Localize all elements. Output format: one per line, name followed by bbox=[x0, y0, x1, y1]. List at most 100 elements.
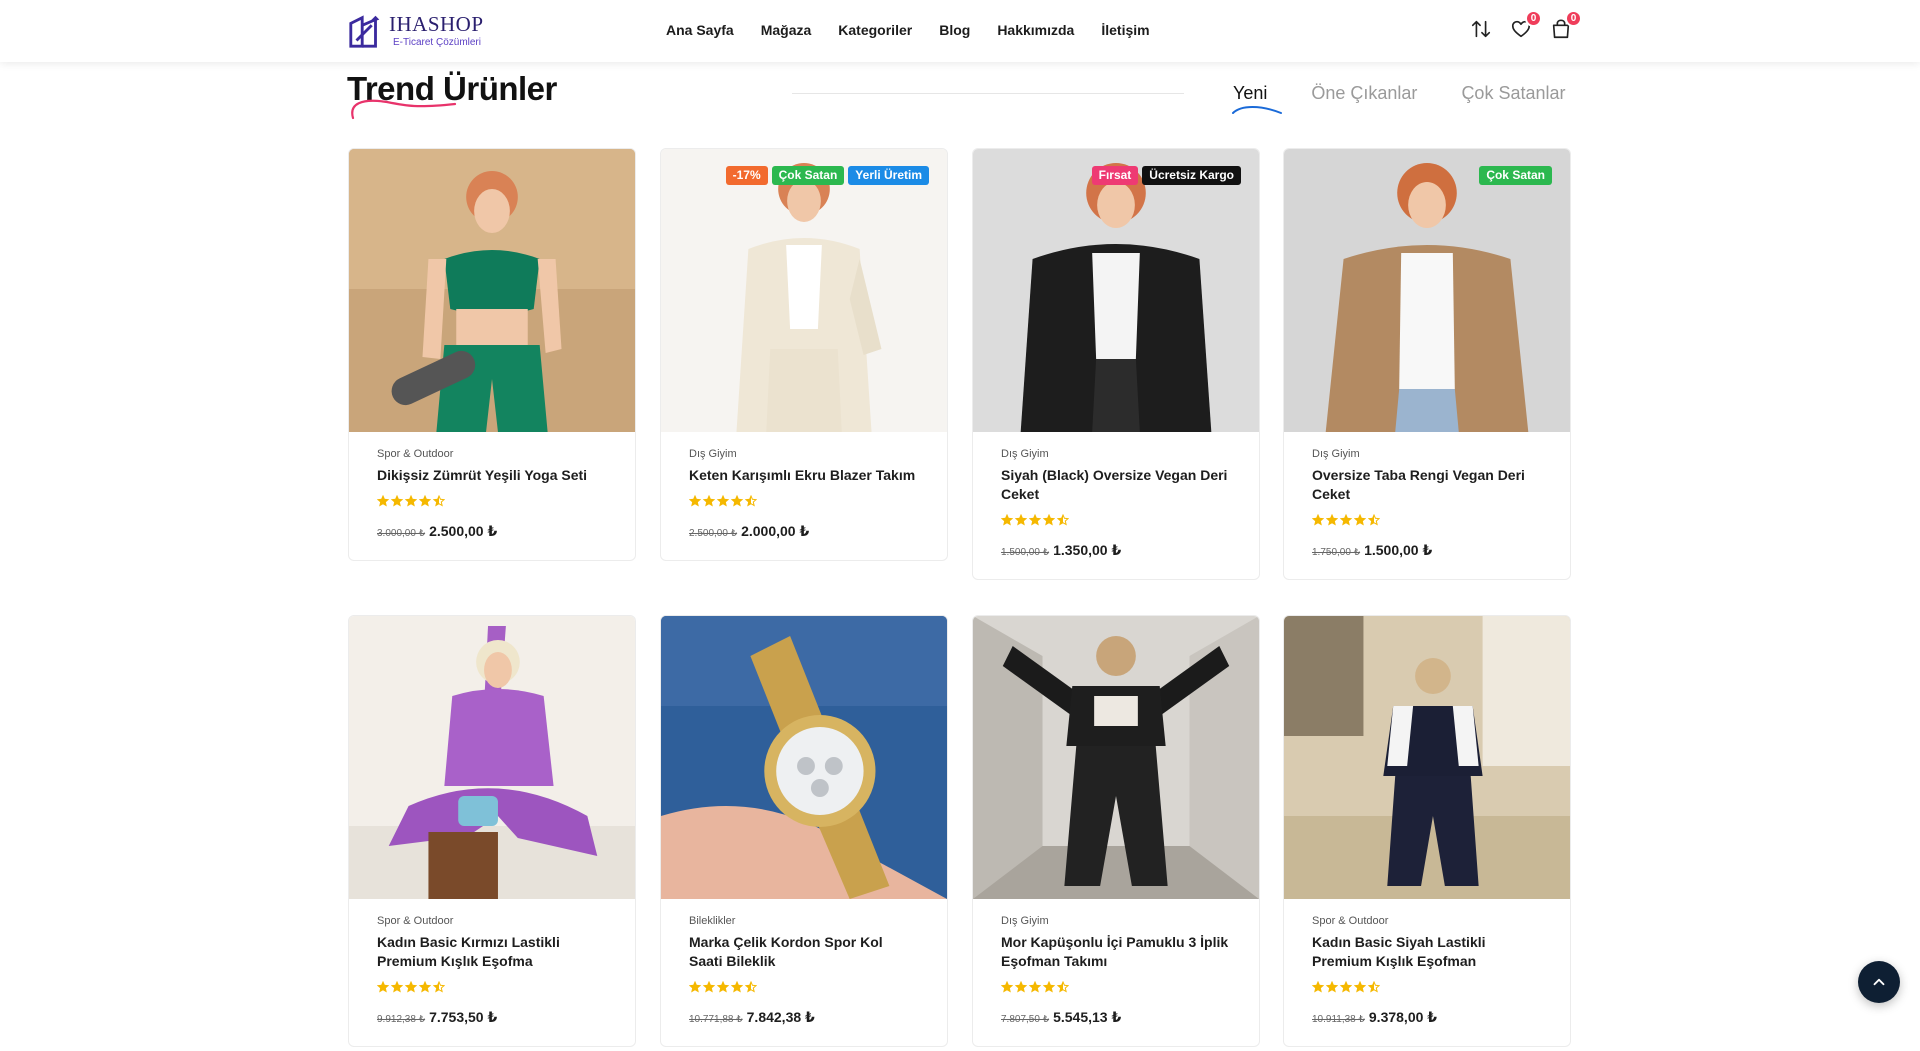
nav-ana-sayfa[interactable]: Ana Sayfa bbox=[666, 22, 734, 38]
product-category[interactable]: Spor & Outdoor bbox=[1312, 915, 1542, 927]
product-image[interactable] bbox=[661, 616, 947, 899]
product-image[interactable]: -17% Çok Satan Yerli Üretim bbox=[661, 149, 947, 432]
product-card[interactable]: -17% Çok Satan Yerli Üretim Dış Giyim Ke… bbox=[660, 148, 948, 561]
product-category[interactable]: Spor & Outdoor bbox=[377, 915, 607, 927]
product-category[interactable]: Spor & Outdoor bbox=[377, 448, 607, 460]
star-icon bbox=[689, 980, 701, 993]
star-icon bbox=[1312, 980, 1324, 993]
nav-hakkimizda[interactable]: Hakkımızda bbox=[997, 22, 1074, 38]
product-category[interactable]: Dış Giyim bbox=[1312, 448, 1542, 460]
product-badges: -17% Çok Satan Yerli Üretim bbox=[725, 166, 929, 186]
tab-cok-satanlar-label: Çok Satanlar bbox=[1461, 83, 1566, 103]
product-category[interactable]: Dış Giyim bbox=[1001, 448, 1231, 460]
badge-bestseller: Çok Satan bbox=[771, 166, 845, 186]
product-card[interactable]: Spor & Outdoor Kadın Basic Siyah Lastikl… bbox=[1283, 615, 1571, 1047]
logo-tagline: E-Ticaret Çözümleri bbox=[393, 37, 481, 48]
current-price: 2.500,00 ₺ bbox=[429, 522, 498, 539]
product-category[interactable]: Dış Giyim bbox=[689, 448, 919, 460]
title-swoosh-decoration bbox=[351, 99, 457, 120]
star-icon bbox=[405, 980, 417, 993]
tab-one-cikanlar[interactable]: Öne Çıkanlar bbox=[1311, 83, 1417, 104]
star-icon bbox=[1015, 513, 1027, 526]
star-icon bbox=[1312, 513, 1324, 526]
star-icon bbox=[1029, 513, 1041, 526]
star-icon bbox=[745, 494, 757, 507]
product-image[interactable] bbox=[973, 616, 1259, 899]
product-card[interactable]: Spor & Outdoor Kadın Basic Kırmızı Lasti… bbox=[348, 615, 636, 1047]
product-name[interactable]: Oversize Taba Rengi Vegan Deri Ceket bbox=[1312, 466, 1542, 504]
tab-cok-satanlar[interactable]: Çok Satanlar bbox=[1461, 83, 1565, 104]
current-price: 5.545,13 ₺ bbox=[1053, 1008, 1122, 1025]
star-icon bbox=[703, 980, 715, 993]
chevron-up-icon bbox=[1873, 978, 1885, 986]
product-name[interactable]: Kadın Basic Kırmızı Lastikli Premium Kış… bbox=[377, 933, 607, 971]
product-image[interactable]: Fırsat Ücretsiz Kargo bbox=[973, 149, 1259, 432]
old-price: 7.807,50 ₺ bbox=[1001, 1013, 1050, 1025]
cart-count-badge: 0 bbox=[1565, 10, 1582, 27]
product-image[interactable] bbox=[349, 616, 635, 899]
product-name[interactable]: Marka Çelik Kordon Spor Kol Saati Bilekl… bbox=[689, 933, 919, 971]
product-rating bbox=[377, 494, 607, 507]
wishlist-button[interactable]: 0 bbox=[1510, 10, 1542, 40]
product-card[interactable]: Dış Giyim Mor Kapüşonlu İçi Pamuklu 3 İp… bbox=[972, 615, 1260, 1047]
tab-yeni[interactable]: Yeni bbox=[1232, 83, 1282, 114]
star-icon bbox=[1340, 513, 1352, 526]
star-icon bbox=[1015, 980, 1027, 993]
product-image[interactable] bbox=[349, 149, 635, 432]
star-icon bbox=[1354, 513, 1366, 526]
star-icon bbox=[731, 980, 743, 993]
section-divider bbox=[792, 93, 1184, 94]
nav-blog[interactable]: Blog bbox=[939, 22, 970, 38]
product-image[interactable]: Çok Satan bbox=[1284, 149, 1570, 432]
product-rating bbox=[1312, 513, 1542, 526]
site-logo[interactable]: IHASHOP E-Ticaret Çözümleri bbox=[347, 11, 484, 51]
product-category[interactable]: Bileklikler bbox=[689, 915, 919, 927]
star-icon bbox=[1001, 980, 1013, 993]
product-photo bbox=[1284, 616, 1570, 899]
product-badges: Fırsat Ücretsiz Kargo bbox=[1091, 166, 1241, 186]
scroll-to-top-button[interactable] bbox=[1858, 961, 1900, 1003]
product-card[interactable]: Fırsat Ücretsiz Kargo Dış Giyim Siyah (B… bbox=[972, 148, 1260, 580]
star-icon bbox=[391, 494, 403, 507]
product-photo bbox=[973, 149, 1259, 432]
product-photo bbox=[973, 616, 1259, 899]
star-icon bbox=[377, 980, 389, 993]
product-rating bbox=[1312, 980, 1542, 993]
product-image[interactable] bbox=[1284, 616, 1570, 899]
logo-icon bbox=[349, 15, 380, 48]
nav-kategoriler[interactable]: Kategoriler bbox=[838, 22, 912, 38]
current-price: 1.500,00 ₺ bbox=[1364, 541, 1433, 558]
product-name[interactable]: Mor Kapüşonlu İçi Pamuklu 3 İplik Eşofma… bbox=[1001, 933, 1231, 971]
star-icon bbox=[703, 494, 715, 507]
wishlist-count-badge: 0 bbox=[1525, 10, 1542, 27]
star-icon bbox=[717, 494, 729, 507]
product-name[interactable]: Keten Karışımlı Ekru Blazer Takım bbox=[689, 466, 919, 485]
star-icon bbox=[1043, 513, 1055, 526]
nav-magaza[interactable]: Mağaza bbox=[761, 22, 812, 38]
product-card[interactable]: Spor & Outdoor Dikişsiz Zümrüt Yeşili Yo… bbox=[348, 148, 636, 561]
cart-button[interactable]: 0 bbox=[1550, 10, 1582, 40]
product-name[interactable]: Siyah (Black) Oversize Vegan Deri Ceket bbox=[1001, 466, 1231, 504]
old-price: 3.000,00 ₺ bbox=[377, 527, 426, 539]
star-icon bbox=[1001, 513, 1013, 526]
product-name[interactable]: Dikişsiz Zümrüt Yeşili Yoga Seti bbox=[377, 466, 607, 485]
nav-iletisim[interactable]: İletişim bbox=[1101, 22, 1149, 38]
current-price: 7.842,38 ₺ bbox=[746, 1008, 815, 1025]
star-icon bbox=[433, 980, 445, 993]
product-category[interactable]: Dış Giyim bbox=[1001, 915, 1231, 927]
star-icon bbox=[689, 494, 701, 507]
star-icon bbox=[377, 494, 389, 507]
compare-button[interactable] bbox=[1470, 18, 1492, 40]
star-icon bbox=[1340, 980, 1352, 993]
product-rating bbox=[1001, 513, 1231, 526]
product-photo bbox=[349, 616, 635, 899]
product-card[interactable]: Bileklikler Marka Çelik Kordon Spor Kol … bbox=[660, 615, 948, 1047]
product-name[interactable]: Kadın Basic Siyah Lastikli Premium Kışlı… bbox=[1312, 933, 1542, 971]
current-price: 9.378,00 ₺ bbox=[1368, 1008, 1438, 1025]
star-icon bbox=[419, 980, 431, 993]
product-rating bbox=[377, 980, 607, 993]
star-icon bbox=[1057, 513, 1069, 526]
star-icon bbox=[1326, 980, 1338, 993]
product-card[interactable]: Çok Satan Dış Giyim Oversize Taba Rengi … bbox=[1283, 148, 1571, 580]
star-icon bbox=[1354, 980, 1366, 993]
